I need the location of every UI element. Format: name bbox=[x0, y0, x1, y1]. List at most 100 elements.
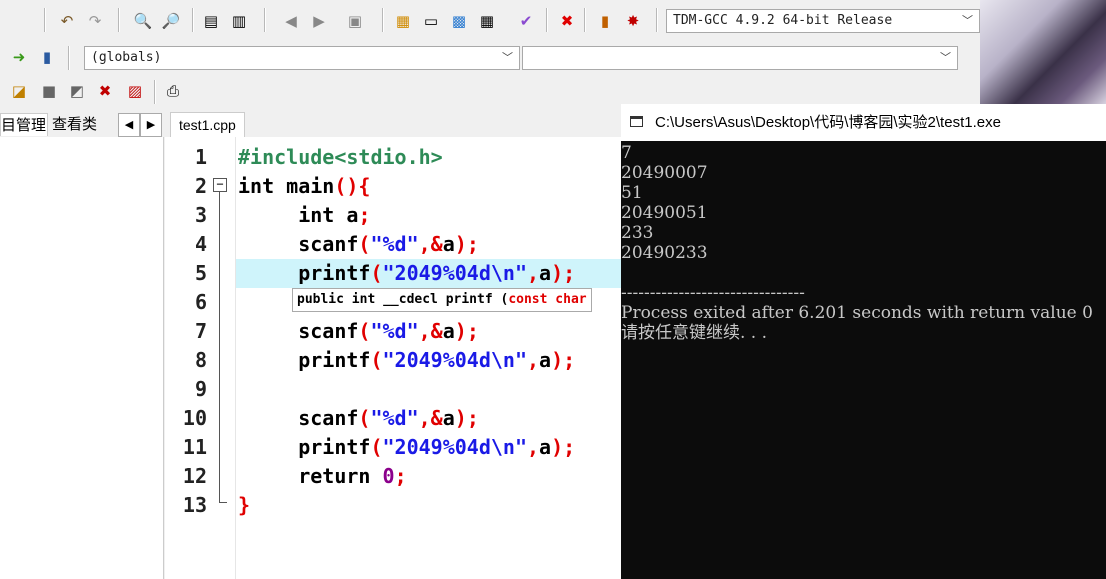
chevron-down-icon: ﹀ bbox=[502, 51, 513, 64]
console-line: 20490233 bbox=[621, 243, 708, 263]
code-line-3: int a; bbox=[298, 203, 371, 227]
code-editor[interactable]: 1 2 3 4 5 6 7 8 9 10 11 12 13 − #include… bbox=[165, 137, 625, 579]
code-line-11: printf("2049%04d\n",a); bbox=[238, 435, 576, 459]
left-panel-tabs: 目管理 查看类 ◀ ▶ bbox=[0, 111, 165, 137]
console-window[interactable]: C:\Users\Asus\Desktop\代码\博客园\实验2\test1.e… bbox=[621, 104, 1106, 579]
toolbar-separator bbox=[154, 80, 156, 104]
delete-icon[interactable]: ✖ bbox=[94, 80, 116, 102]
line-number: 2 bbox=[194, 174, 207, 198]
code-line-7: scanf("%d",&a); bbox=[238, 319, 479, 343]
print-icon[interactable]: ⎙ bbox=[162, 80, 184, 102]
desktop-wallpaper bbox=[980, 0, 1106, 104]
tooltip-signature: public int __cdecl printf ( bbox=[297, 292, 509, 307]
toolbar-separator bbox=[68, 46, 70, 70]
chevron-down-icon: ﹀ bbox=[962, 14, 973, 27]
syntax-check-icon[interactable]: ✔ bbox=[515, 10, 537, 32]
toolbar-separator bbox=[192, 8, 194, 32]
toolbar-separator bbox=[382, 8, 384, 32]
bookmark-next-icon[interactable]: ▶ bbox=[308, 10, 330, 32]
toolbar-separator bbox=[546, 8, 548, 32]
delete-profile-icon[interactable]: ✸ bbox=[622, 10, 644, 32]
console-line: 请按任意键继续. . . bbox=[621, 323, 768, 343]
fold-toggle-button[interactable]: − bbox=[213, 178, 227, 192]
line-number: 8 bbox=[194, 348, 207, 372]
line-number: 12 bbox=[182, 464, 207, 488]
scope-select[interactable]: (globals) ﹀ bbox=[84, 46, 520, 70]
compiler-select[interactable]: TDM-GCC 4.9.2 64-bit Release ﹀ bbox=[666, 9, 980, 33]
member-select[interactable]: ﹀ bbox=[522, 46, 958, 70]
tab-scroll-right-button[interactable]: ▶ bbox=[140, 113, 162, 137]
indent-icon[interactable]: ▤ bbox=[200, 10, 222, 32]
compiler-select-value: TDM-GCC 4.9.2 64-bit Release bbox=[673, 13, 893, 28]
line-number: 1 bbox=[194, 145, 207, 169]
rebuild-icon[interactable]: ▦ bbox=[476, 10, 498, 32]
scope-select-value: (globals) bbox=[91, 50, 162, 65]
line-number: 13 bbox=[182, 493, 207, 517]
code-line-12: return 0; bbox=[298, 464, 407, 488]
secondary-toolbar: ◪ ■ ◩ ✖ ▨ ⎙ bbox=[0, 74, 620, 110]
console-line: 20490007 bbox=[621, 163, 708, 183]
line-number: 5 bbox=[194, 261, 207, 285]
new-member-icon[interactable]: ■ bbox=[38, 80, 60, 102]
chevron-down-icon: ﹀ bbox=[940, 51, 951, 64]
new-class-icon[interactable]: ◪ bbox=[8, 80, 30, 102]
compile-run-icon[interactable]: ▩ bbox=[448, 10, 470, 32]
toolbar-separator bbox=[584, 8, 586, 32]
console-line: -------------------------------- bbox=[621, 283, 805, 303]
code-line-13: } bbox=[238, 493, 251, 517]
class-toolbar: ➜ ▮ (globals) ﹀ ﹀ bbox=[0, 42, 980, 74]
line-number: 7 bbox=[194, 319, 207, 343]
bookmark-prev-icon[interactable]: ◀ bbox=[280, 10, 302, 32]
redo-icon[interactable]: ↷ bbox=[84, 10, 106, 32]
console-line: 20490051 bbox=[621, 203, 708, 223]
signature-tooltip: public int __cdecl printf (const char bbox=[292, 288, 592, 312]
line-number: 4 bbox=[194, 232, 207, 256]
line-number: 10 bbox=[182, 406, 207, 430]
console-line: Process exited after 6.201 seconds with … bbox=[621, 303, 1093, 323]
new-var-icon[interactable]: ◩ bbox=[66, 80, 88, 102]
tooltip-current-param: const char bbox=[508, 292, 587, 307]
tab-project[interactable]: 目管理 bbox=[0, 113, 48, 136]
bookmark-icon[interactable]: ▮ bbox=[36, 46, 58, 68]
toolbar-separator bbox=[656, 8, 658, 32]
tab-scroll-left-button[interactable]: ◀ bbox=[118, 113, 140, 137]
console-app-icon bbox=[630, 116, 643, 127]
unindent-icon[interactable]: ▥ bbox=[228, 10, 250, 32]
close-all-icon[interactable]: ▨ bbox=[124, 80, 146, 102]
console-output: 7 20490007 51 20490051 233 20490233 ----… bbox=[621, 143, 1106, 343]
console-line: 51 bbox=[621, 183, 643, 203]
goto-icon[interactable]: ➜ bbox=[8, 46, 30, 68]
line-number: 6 bbox=[194, 290, 207, 314]
code-line-8: printf("2049%04d\n",a); bbox=[238, 348, 576, 372]
chart-icon[interactable]: ▮ bbox=[594, 10, 616, 32]
code-line-4: scanf("%d",&a); bbox=[238, 232, 479, 256]
run-icon[interactable]: ▭ bbox=[420, 10, 442, 32]
toolbar-separator bbox=[264, 8, 266, 32]
code-line-1: #include<stdio.h> bbox=[238, 145, 443, 169]
replace-icon[interactable]: 🔎 bbox=[160, 10, 182, 32]
line-number: 9 bbox=[194, 377, 207, 401]
find-icon[interactable]: 🔍 bbox=[132, 10, 154, 32]
toolbar-separator bbox=[118, 8, 120, 32]
editor-tab-test1[interactable]: test1.cpp bbox=[170, 112, 245, 137]
console-line: 233 bbox=[621, 223, 654, 243]
toolbar-separator bbox=[44, 8, 46, 32]
comment-icon[interactable]: ▣ bbox=[344, 10, 366, 32]
line-number: 11 bbox=[182, 435, 207, 459]
project-tree[interactable] bbox=[0, 137, 164, 579]
console-line: 7 bbox=[621, 143, 632, 163]
console-titlebar[interactable]: C:\Users\Asus\Desktop\代码\博客园\实验2\test1.e… bbox=[621, 104, 1106, 141]
stop-icon[interactable]: ✖ bbox=[556, 10, 578, 32]
line-number: 3 bbox=[194, 203, 207, 227]
compile-icon[interactable]: ▦ bbox=[392, 10, 414, 32]
fold-line bbox=[219, 192, 220, 502]
fold-end bbox=[219, 502, 227, 503]
console-title: C:\Users\Asus\Desktop\代码\博客园\实验2\test1.e… bbox=[655, 114, 1001, 131]
tab-class[interactable]: 查看类 bbox=[52, 113, 106, 135]
undo-icon[interactable]: ↶ bbox=[56, 10, 78, 32]
line-number-gutter: 1 2 3 4 5 6 7 8 9 10 11 12 13 − bbox=[165, 137, 236, 579]
code-line-5: printf("2049%04d\n",a); bbox=[238, 261, 576, 285]
code-line-10: scanf("%d",&a); bbox=[238, 406, 479, 430]
main-toolbar: ↶ ↷ 🔍 🔎 ▤ ▥ ◀ ▶ ▣ ▦ ▭ ▩ ▦ ✔ ✖ ▮ ✸ TDM-GC… bbox=[0, 0, 980, 42]
